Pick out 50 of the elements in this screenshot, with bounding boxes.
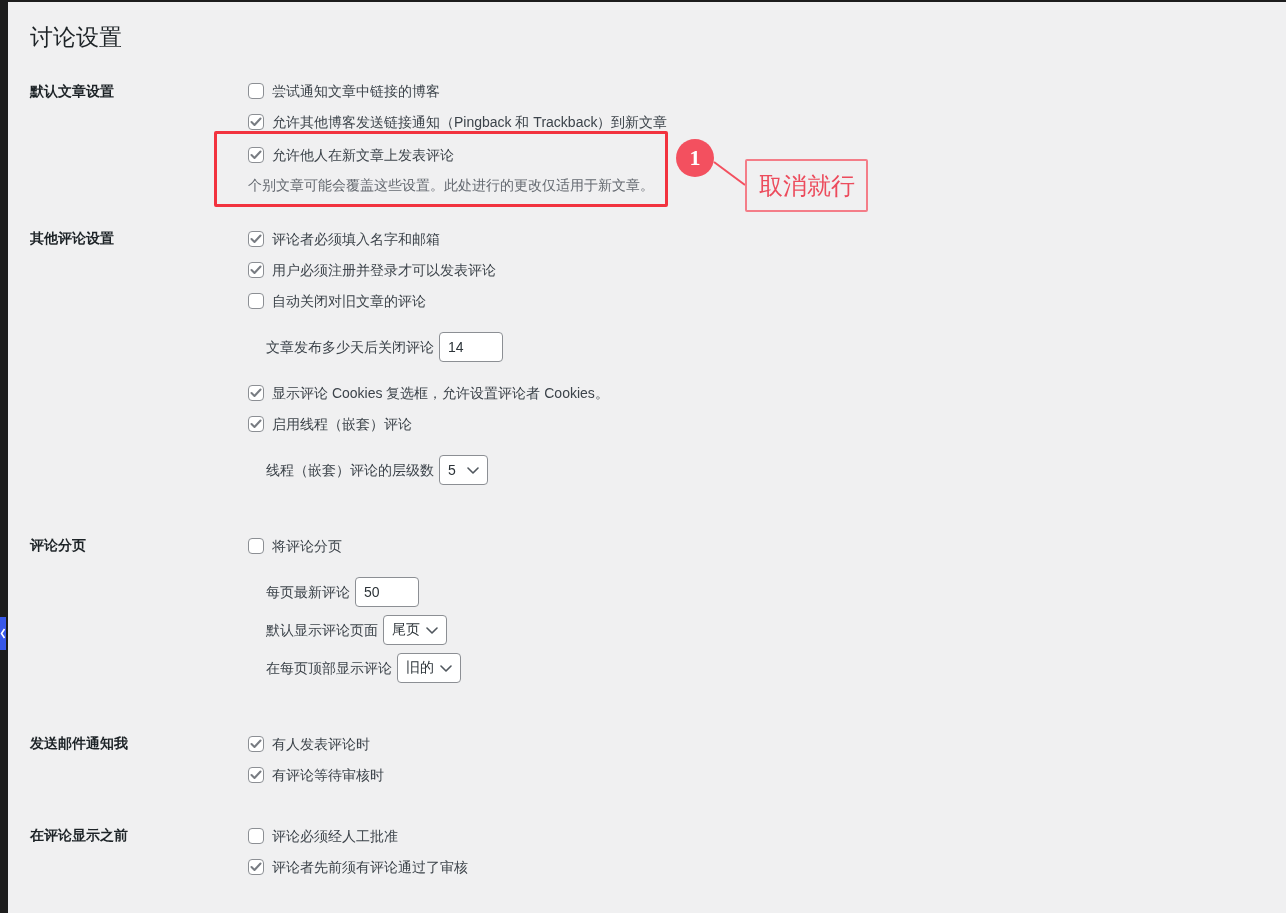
field-label: 默认显示评论页面 xyxy=(266,621,378,640)
collapse-chevron-icon[interactable] xyxy=(0,617,6,650)
checkbox[interactable] xyxy=(248,827,264,844)
chevron-down-icon xyxy=(467,466,479,474)
chevron-down-icon xyxy=(440,664,452,672)
checkbox[interactable] xyxy=(248,146,264,163)
dropdown[interactable]: 旧的 xyxy=(397,653,461,683)
checkbox-label: 用户必须注册并登录才可以发表评论 xyxy=(272,260,496,280)
step-marker: 1 xyxy=(676,139,714,177)
chevron-down-icon xyxy=(426,626,438,634)
checkbox-label: 将评论分页 xyxy=(272,536,342,556)
checkbox[interactable] xyxy=(248,537,264,554)
help-text: 个别文章可能会覆盖这些设置。此处进行的更改仅适用于新文章。 xyxy=(248,176,655,195)
checkbox[interactable] xyxy=(248,766,264,783)
checkbox-label: 有评论等待审核时 xyxy=(272,765,384,785)
section-label: 其他评论设置 xyxy=(30,229,114,248)
field-label: 线程（嵌套）评论的层级数 xyxy=(266,461,434,480)
checkbox-label: 评论者先前须有评论通过了审核 xyxy=(272,857,468,877)
dropdown[interactable]: 尾页 xyxy=(383,615,447,645)
checkbox[interactable] xyxy=(248,735,264,752)
checkbox[interactable] xyxy=(248,415,264,432)
checkbox-label: 允许他人在新文章上发表评论 xyxy=(272,145,454,165)
checkbox[interactable] xyxy=(248,384,264,401)
checkbox[interactable] xyxy=(248,261,264,278)
dropdown[interactable]: 5 xyxy=(439,455,488,485)
checkbox[interactable] xyxy=(248,83,264,99)
checkbox-label: 显示评论 Cookies 复选框，允许设置评论者 Cookies。 xyxy=(272,383,609,403)
checkbox[interactable] xyxy=(248,230,264,247)
section-label: 发送邮件通知我 xyxy=(30,734,128,753)
page-title: 讨论设置 xyxy=(30,23,122,52)
checkbox[interactable] xyxy=(248,858,264,875)
annotation-note: 取消就行 xyxy=(745,159,868,212)
section-label: 评论分页 xyxy=(30,536,86,555)
connector-line xyxy=(714,162,745,185)
field-label: 每页最新评论 xyxy=(266,583,350,602)
checkbox-label: 启用线程（嵌套）评论 xyxy=(272,414,412,434)
checkbox-label: 有人发表评论时 xyxy=(272,734,370,754)
checkbox[interactable] xyxy=(248,292,264,309)
section-label: 默认文章设置 xyxy=(30,81,114,101)
section-label: 在评论显示之前 xyxy=(30,826,128,845)
checkbox-label: 允许其他博客发送链接通知（Pingback 和 Trackback）到新文章 xyxy=(272,113,668,132)
checkbox-label: 自动关闭对旧文章的评论 xyxy=(272,291,426,311)
checkbox-label: 尝试通知文章中链接的博客 xyxy=(272,82,440,101)
field-label: 文章发布多少天后关闭评论 xyxy=(266,338,434,357)
checkbox-label: 评论者必须填入名字和邮箱 xyxy=(272,229,440,249)
checkbox[interactable] xyxy=(248,114,264,130)
number-field[interactable]: 14 xyxy=(439,332,503,362)
checkbox-label: 评论必须经人工批准 xyxy=(272,826,398,846)
number-field[interactable]: 50 xyxy=(355,577,419,607)
field-label: 在每页顶部显示评论 xyxy=(266,659,392,678)
